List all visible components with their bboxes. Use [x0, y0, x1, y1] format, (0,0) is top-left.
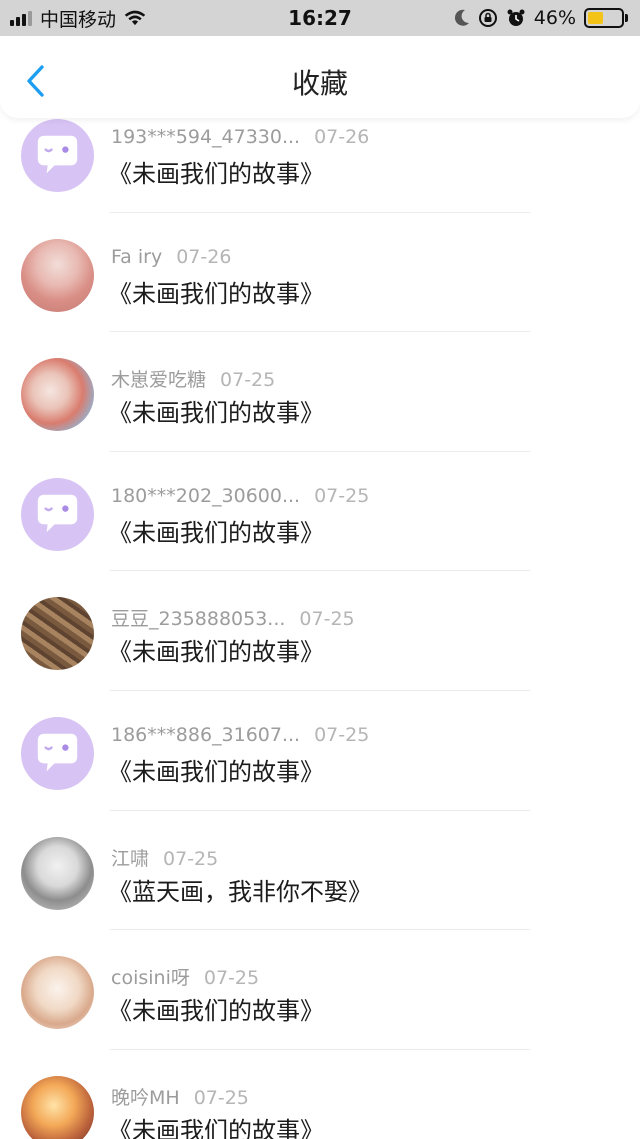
item-date: 07-25	[203, 967, 260, 990]
item-date: 07-25	[220, 369, 276, 392]
status-right: 46%	[454, 7, 628, 29]
item-date: 07-25	[193, 1086, 249, 1109]
item-meta: coisini呀 07-25	[111, 963, 259, 990]
item-meta: 晚吟MH 07-25	[111, 1083, 249, 1110]
list-item[interactable]: 186***886_31607... 07-25 《未画我们的故事》	[0, 691, 640, 811]
item-meta: 木崽爱吃糖 07-25	[111, 365, 275, 392]
list-item[interactable]: 木崽爱吃糖 07-25 《未画我们的故事》	[0, 332, 640, 452]
username[interactable]: Fa iry	[111, 246, 162, 268]
item-meta: 豆豆_235888053... 07-25	[111, 604, 355, 631]
list-item[interactable]: coisini呀 07-25 《未画我们的故事》	[0, 930, 640, 1050]
list-item[interactable]: 193***594_47330... 07-26 《未画我们的故事》	[0, 118, 640, 213]
list-item[interactable]: 豆豆_235888053... 07-25 《未画我们的故事》	[0, 571, 640, 691]
item-title[interactable]: 《蓝天画，我非你不娶》	[108, 872, 372, 907]
list-item[interactable]: 晚吟MH 07-25 《未画我们的故事》	[0, 1050, 640, 1139]
username[interactable]: 晚吟MH	[111, 1087, 180, 1109]
item-meta: 193***594_47330... 07-26	[111, 126, 369, 148]
item-date: 07-25	[163, 847, 219, 870]
avatar[interactable]	[21, 477, 94, 551]
list-item[interactable]: Fa iry 07-26 《未画我们的故事》	[0, 213, 640, 333]
item-title[interactable]: 《未画我们的故事》	[108, 154, 324, 189]
username[interactable]: 180***202_30600...	[111, 485, 300, 507]
avatar[interactable]	[21, 956, 94, 1030]
avatar[interactable]	[21, 1075, 94, 1139]
default-avatar-icon	[21, 716, 94, 790]
username[interactable]: 193***594_47330...	[111, 126, 300, 148]
item-meta: 180***202_30600... 07-25	[111, 485, 369, 507]
username[interactable]: 186***886_31607...	[111, 724, 300, 746]
alarm-icon	[507, 9, 525, 26]
item-date: 07-25	[299, 608, 355, 631]
item-date: 07-26	[314, 126, 370, 148]
avatar[interactable]	[21, 836, 94, 910]
page-title: 收藏	[291, 67, 348, 100]
avatar[interactable]	[21, 597, 94, 671]
item-date: 07-25	[314, 723, 370, 746]
item-date: 07-26	[176, 245, 232, 268]
list-item[interactable]: 江啸 07-25 《蓝天画，我非你不娶》	[0, 811, 640, 931]
item-meta: Fa iry 07-26	[111, 246, 231, 268]
item-meta: 186***886_31607... 07-25	[111, 724, 369, 746]
status-left: 中国移动	[10, 5, 146, 32]
default-avatar-icon	[21, 119, 94, 192]
battery-icon	[584, 8, 628, 28]
avatar[interactable]	[21, 716, 94, 790]
item-title[interactable]: 《未画我们的故事》	[108, 991, 324, 1026]
list-item[interactable]: 180***202_30600... 07-25 《未画我们的故事》	[0, 452, 640, 572]
item-date: 07-25	[314, 484, 370, 507]
carrier-label: 中国移动	[40, 8, 117, 31]
default-avatar-icon	[21, 477, 94, 551]
item-title[interactable]: 《未画我们的故事》	[108, 393, 324, 428]
avatar[interactable]	[21, 238, 94, 312]
username[interactable]: 江啸	[111, 848, 149, 870]
item-title[interactable]: 《未画我们的故事》	[108, 632, 324, 667]
item-title[interactable]: 《未画我们的故事》	[108, 1111, 324, 1139]
status-bar: 中国移动 16:27 46%	[0, 0, 640, 36]
battery-percent: 46%	[533, 7, 576, 29]
username[interactable]: 豆豆_235888053...	[111, 608, 285, 630]
moon-icon	[454, 9, 469, 26]
avatar[interactable]	[21, 119, 94, 192]
item-title[interactable]: 《未画我们的故事》	[108, 274, 324, 309]
favorites-list[interactable]: 193***594_47330... 07-26 《未画我们的故事》 Fa iry 07…	[0, 118, 640, 1139]
nav-bar: 收藏	[0, 36, 640, 118]
username[interactable]: coisini呀	[111, 967, 190, 989]
item-meta: 江啸 07-25	[111, 844, 218, 871]
avatar[interactable]	[21, 358, 94, 432]
item-title[interactable]: 《未画我们的故事》	[108, 513, 324, 548]
status-time: 16:27	[288, 6, 352, 30]
signal-icon	[10, 10, 32, 26]
username[interactable]: 木崽爱吃糖	[111, 369, 206, 391]
wifi-icon	[124, 10, 146, 26]
item-title[interactable]: 《未画我们的故事》	[108, 752, 324, 787]
orientation-lock-icon	[478, 9, 497, 27]
